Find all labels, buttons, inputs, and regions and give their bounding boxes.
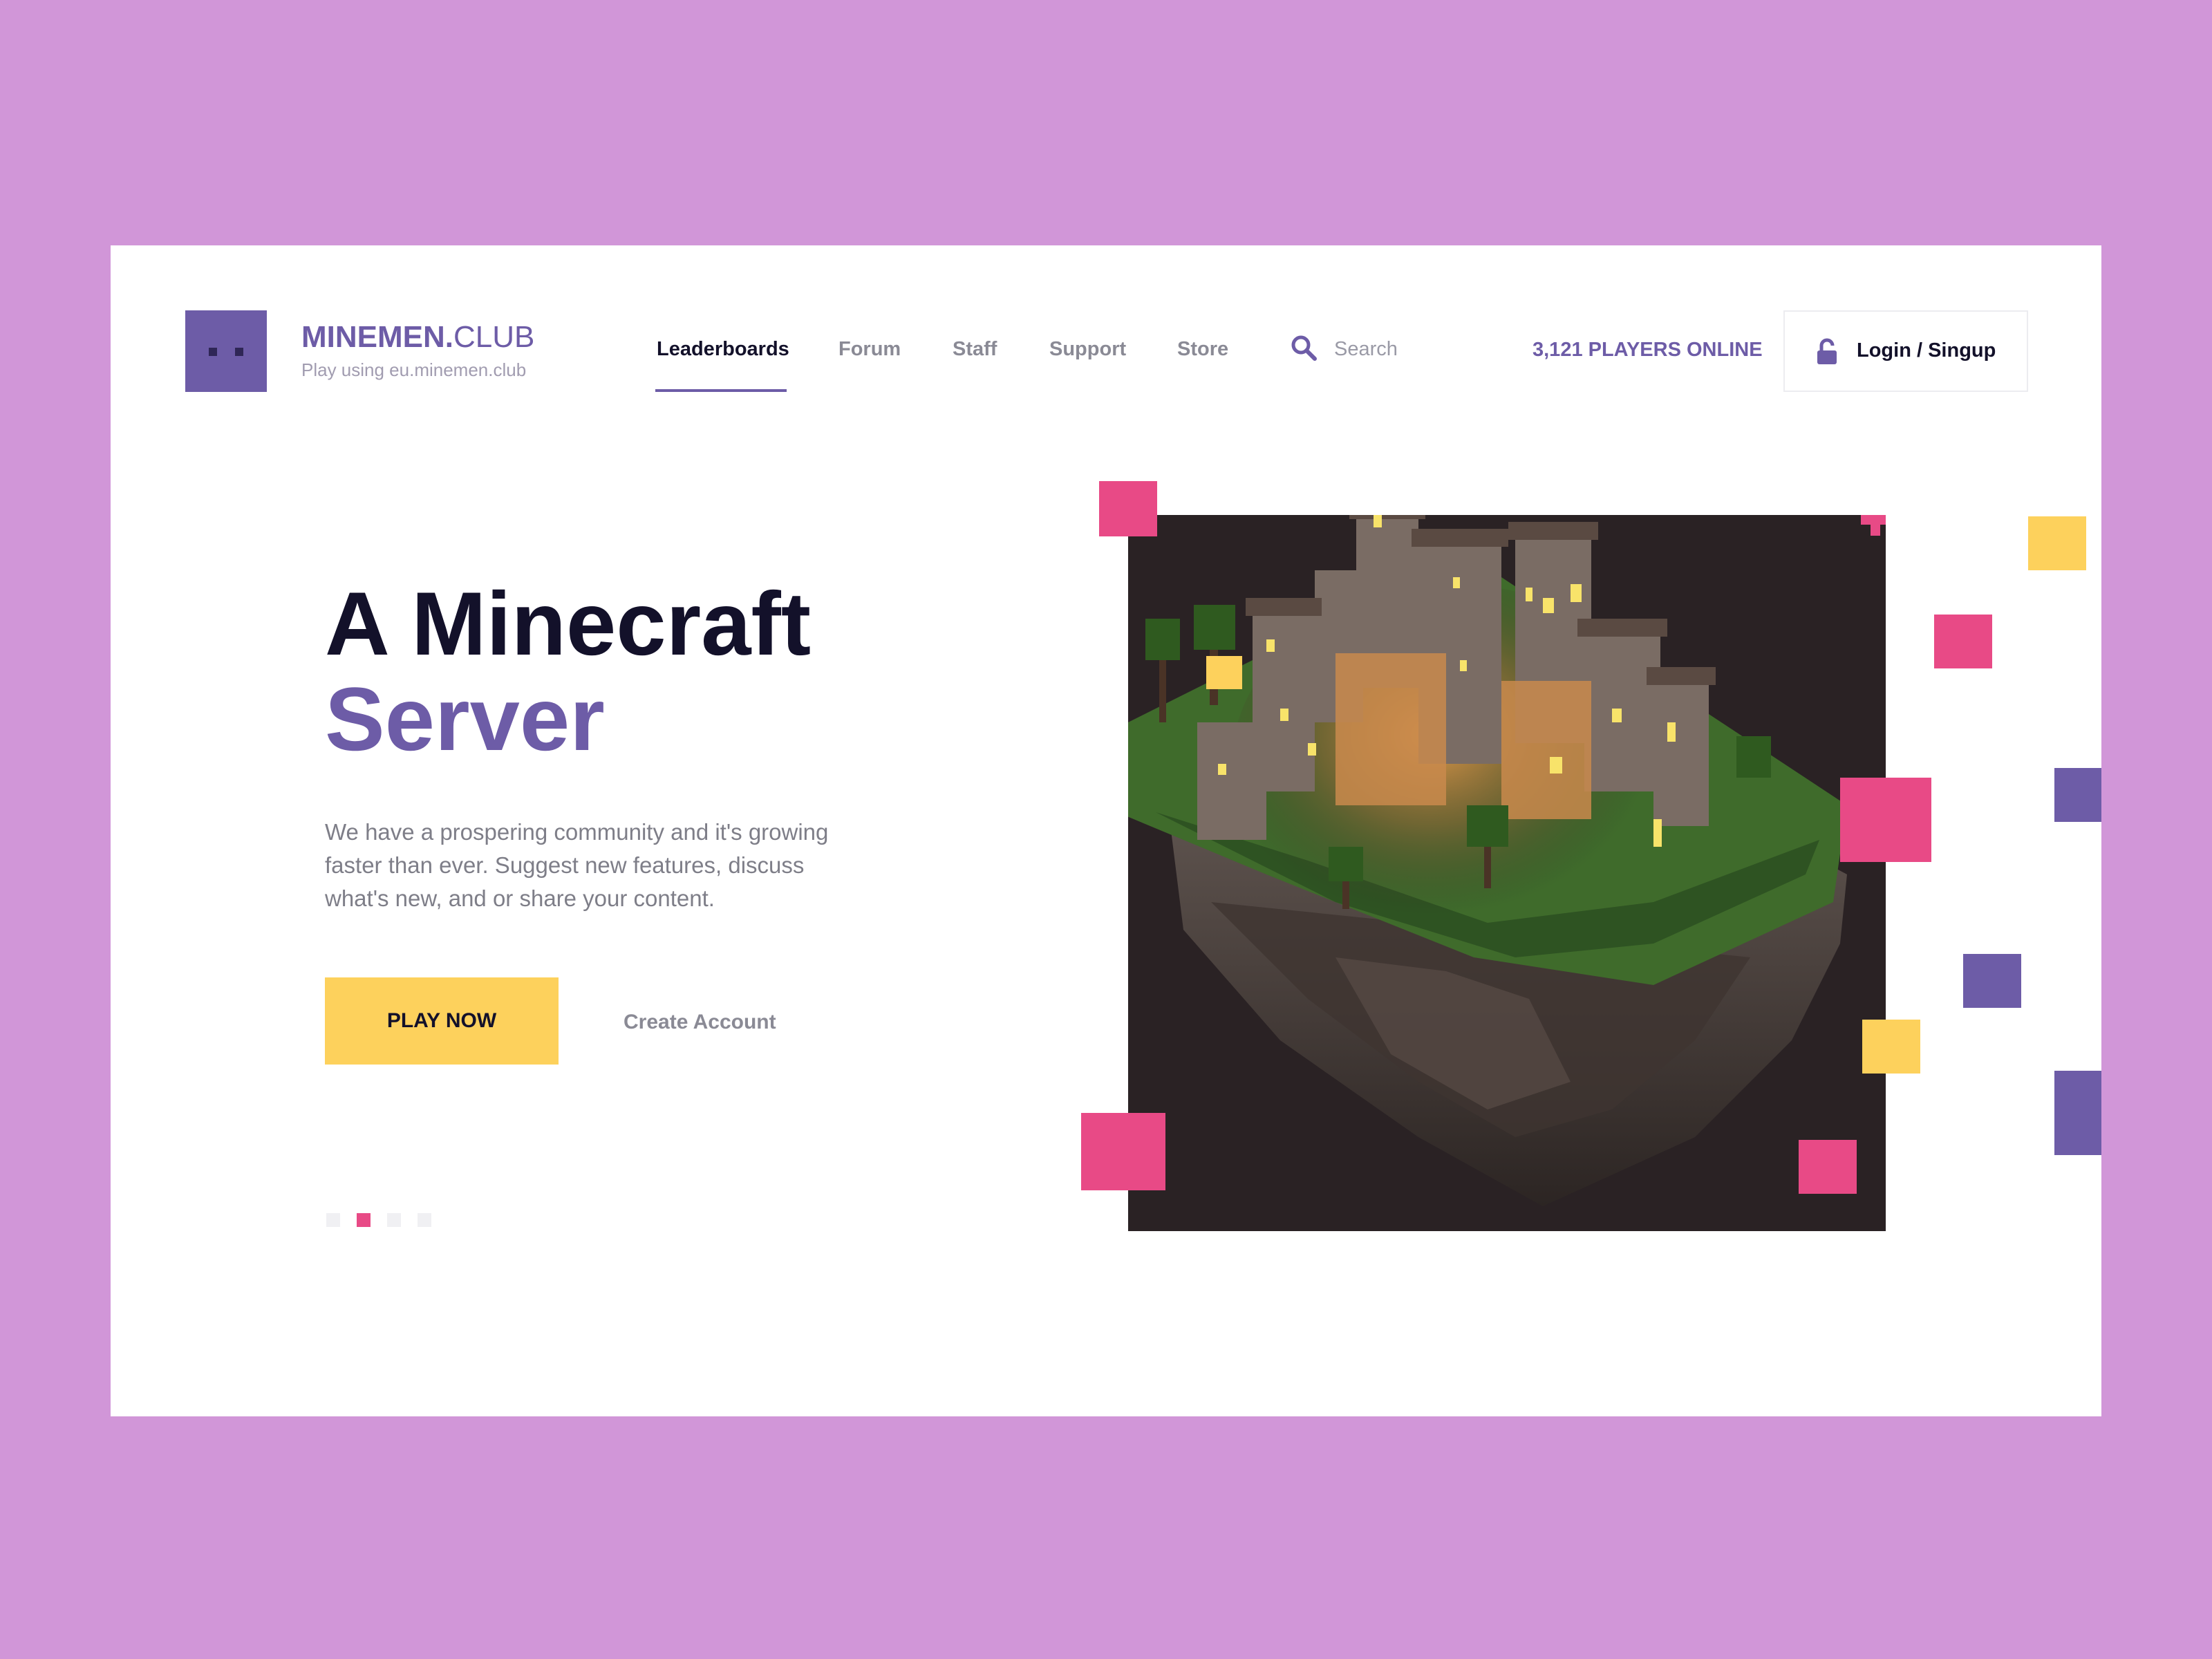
- hero-title-line1: A Minecraft: [325, 573, 812, 674]
- decor-square-pink: [1799, 1140, 1857, 1194]
- carousel-dot-4[interactable]: [418, 1213, 431, 1227]
- carousel-dot-2[interactable]: [357, 1213, 371, 1227]
- decor-square-pink: [1840, 778, 1931, 862]
- hero-artwork: [1128, 515, 1886, 1231]
- decor-square-yellow: [2028, 516, 2086, 570]
- players-online-count: 3,121 PLAYERS ONLINE: [1533, 339, 1763, 361]
- brand-name-light: CLUB: [453, 320, 535, 354]
- lock-icon: [1817, 338, 1837, 364]
- logo-eye-left: [209, 348, 217, 356]
- decor-square-pink: [1081, 1113, 1165, 1190]
- floating-island-illustration: [1128, 515, 1886, 1231]
- search-input[interactable]: Search: [1334, 338, 1398, 361]
- brand-subtitle: Play using eu.minemen.club: [301, 359, 527, 380]
- brand-name[interactable]: MINEMEN.CLUB: [301, 320, 534, 355]
- nav-item-store[interactable]: Store: [1177, 338, 1228, 361]
- carousel-dot-3[interactable]: [387, 1213, 401, 1227]
- nav-active-underline: [655, 389, 787, 392]
- search-icon[interactable]: [1290, 334, 1318, 362]
- nav-item-staff[interactable]: Staff: [953, 338, 997, 361]
- hero-description: We have a prospering community and it's …: [325, 819, 829, 911]
- decor-square-yellow: [1862, 1020, 1920, 1074]
- login-signup-label: Login / Singup: [1857, 339, 1996, 362]
- decor-square-yellow: [1206, 656, 1242, 689]
- login-signup-button[interactable]: Login / Singup: [1783, 310, 2028, 392]
- brand-name-bold: MINEMEN.: [301, 320, 453, 354]
- create-account-link[interactable]: Create Account: [624, 1011, 776, 1034]
- play-now-button[interactable]: PLAY NOW: [325, 977, 559, 1065]
- decor-square-purple: [1963, 954, 2021, 1008]
- hero-title-line2: Server: [325, 668, 605, 769]
- nav-item-leaderboards[interactable]: Leaderboards: [657, 338, 789, 361]
- decor-square-pink: [1099, 481, 1157, 536]
- nav-item-support[interactable]: Support: [1049, 338, 1126, 361]
- logo-eye-right: [235, 348, 243, 356]
- logo-icon[interactable]: [185, 310, 267, 392]
- decor-square-purple: [2054, 768, 2101, 822]
- nav-item-forum[interactable]: Forum: [838, 338, 901, 361]
- page-card: MINEMEN.CLUB Play using eu.minemen.club …: [111, 245, 2101, 1416]
- decor-square-purple: [2054, 1071, 2101, 1155]
- decor-square-pink: [1934, 615, 1992, 668]
- carousel-dot-1[interactable]: [326, 1213, 340, 1227]
